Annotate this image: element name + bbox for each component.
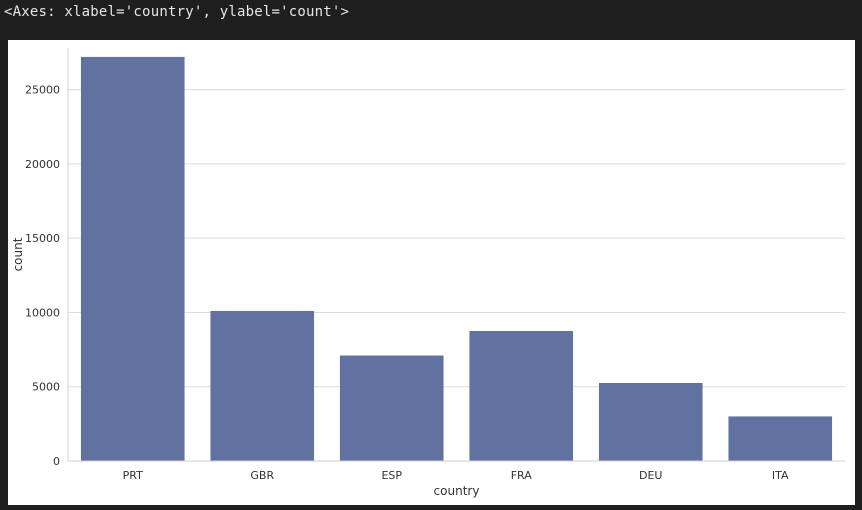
bar-prt: [80, 56, 185, 462]
x-tick-label: DEU: [639, 469, 662, 482]
x-axis-label: country: [434, 484, 480, 498]
y-tick-label: 5000: [32, 381, 60, 394]
y-tick-label: 25000: [25, 84, 60, 97]
y-tick-label: 20000: [25, 158, 60, 171]
y-tick-label: 0: [53, 455, 60, 468]
x-tick-label: PRT: [123, 469, 143, 482]
bar-esp: [339, 355, 444, 461]
y-axis-label: count: [11, 237, 25, 271]
bar-fra: [469, 331, 574, 461]
x-tick-label: ITA: [772, 469, 789, 482]
x-tick-label: FRA: [511, 469, 533, 482]
output-repr-text: <Axes: xlabel='country', ylabel='count'>: [4, 4, 350, 20]
x-tick-label: GBR: [250, 469, 274, 482]
bar-ita: [728, 416, 833, 461]
bar-gbr: [210, 310, 315, 461]
bars: [80, 56, 833, 462]
y-tick-label: 10000: [25, 306, 60, 319]
chart-figure: 0 5000 10000 15000 20000 25000 PRT GBR ESP FRA DEU…: [8, 40, 855, 505]
bar-chart: 0 5000 10000 15000 20000 25000 PRT GBR ESP FRA DEU…: [11, 48, 845, 498]
y-tick-label: 15000: [25, 232, 60, 245]
x-tick-label: ESP: [381, 469, 402, 482]
grid-lines: [68, 89, 845, 462]
bar-deu: [598, 383, 703, 461]
